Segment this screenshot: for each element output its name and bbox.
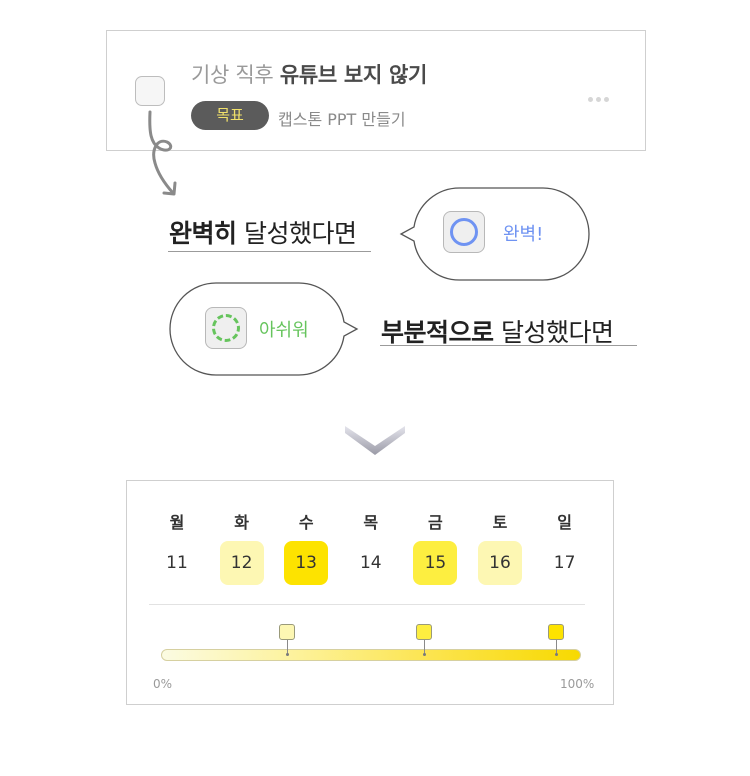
progress-marker bbox=[415, 624, 432, 640]
date-cell[interactable]: 11 bbox=[155, 541, 199, 585]
day-name: 토 bbox=[492, 513, 508, 532]
progress-marker-dot bbox=[422, 653, 426, 656]
progress-gradient-bar bbox=[161, 649, 581, 661]
perfect-circle-icon bbox=[443, 211, 485, 253]
progress-marker bbox=[547, 624, 564, 640]
chevron-down-icon bbox=[345, 426, 405, 455]
goal-text: 캡스톤 PPT 만들기 bbox=[278, 110, 406, 129]
more-dots-icon[interactable] bbox=[588, 87, 612, 102]
progress-marker-dot bbox=[286, 653, 289, 656]
partial-caption-bold: 부분적으로 bbox=[381, 318, 494, 347]
task-title-bold: 유튜브 보지 않기 bbox=[279, 63, 428, 87]
partial-underline bbox=[380, 345, 637, 346]
date-cell[interactable]: 12 bbox=[219, 541, 264, 585]
progress-marker bbox=[279, 624, 295, 640]
perfect-label: 완벽! bbox=[503, 224, 544, 245]
day-name: 화 bbox=[234, 513, 249, 532]
date-cell[interactable]: 13 bbox=[284, 541, 329, 585]
goal-badge: 목표 bbox=[191, 101, 269, 130]
task-card[interactable]: 기상 직후 유튜브 보지 않기 목표 캡스톤 PPT 만들기 bbox=[106, 30, 646, 151]
task-checkbox[interactable] bbox=[135, 76, 165, 106]
task-title: 기상 직후 유튜브 보지 않기 bbox=[191, 59, 427, 89]
perfect-underline bbox=[168, 251, 371, 252]
partial-caption-rest: 달성했다면 bbox=[500, 318, 614, 347]
date-cell[interactable]: 16 bbox=[478, 541, 522, 585]
date-cell[interactable]: 17 bbox=[543, 541, 587, 585]
curly-arrow-icon bbox=[148, 110, 177, 196]
date-cell[interactable]: 15 bbox=[413, 541, 458, 585]
perfect-caption: 완벽히 달성했다면 bbox=[169, 214, 357, 250]
day-name: 목 bbox=[363, 513, 379, 532]
perfect-speech-bubble bbox=[399, 187, 590, 281]
partial-dashed-circle-icon bbox=[205, 307, 247, 349]
weekly-calendar-card: 월 11 화 12 수 13 목 14 금 15 토 16 일 17 0% 100% bbox=[126, 480, 614, 705]
perfect-caption-bold: 완벽히 bbox=[169, 219, 237, 248]
partial-caption: 부분적으로 달성했다면 bbox=[381, 313, 614, 349]
date-cell[interactable]: 14 bbox=[349, 541, 393, 585]
progress-start-label: 0% bbox=[153, 677, 173, 691]
perfect-caption-rest: 달성했다면 bbox=[243, 219, 357, 248]
partial-label: 아쉬워 bbox=[259, 320, 309, 341]
day-name: 금 bbox=[428, 513, 443, 532]
progress-marker-dot bbox=[554, 653, 558, 656]
progress-end-label: 100% bbox=[560, 677, 595, 691]
day-name: 일 bbox=[557, 513, 572, 532]
calendar-divider bbox=[149, 604, 585, 605]
day-name: 월 bbox=[169, 513, 185, 532]
task-title-prefix: 기상 직후 bbox=[191, 63, 274, 87]
day-name: 수 bbox=[298, 513, 314, 532]
